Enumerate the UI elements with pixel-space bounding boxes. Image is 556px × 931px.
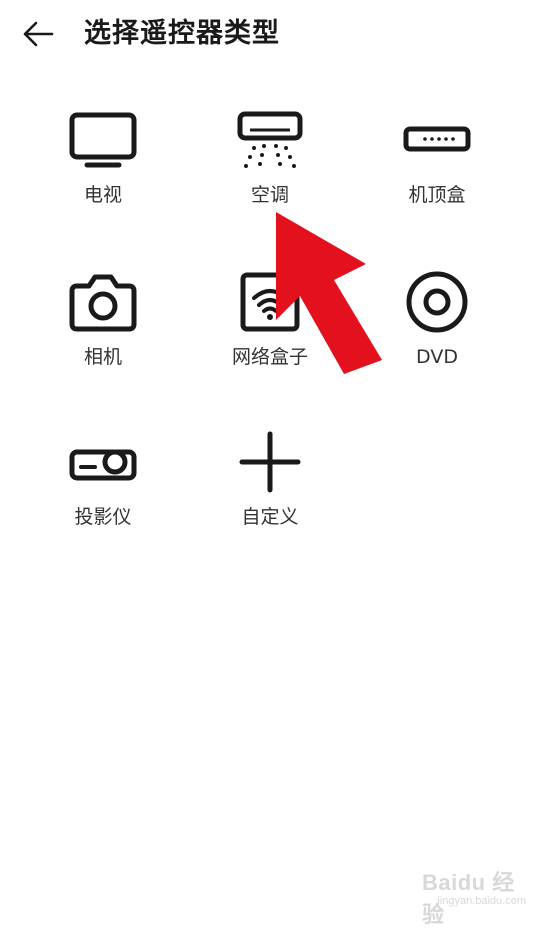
device-label: 机顶盒: [408, 184, 466, 206]
tv-icon: [63, 100, 143, 180]
device-label: 相机: [83, 346, 122, 368]
screen: 选择遥控器类型 电视 空调 机顶盒 相机 网络盒子 DVD 投影仪 自定义 Ba…: [0, 0, 556, 931]
watermark: Baidu 经验 jingyan.baidu.com: [422, 865, 532, 927]
device-tile-tv[interactable]: 电视: [28, 100, 178, 230]
device-tile-dvd[interactable]: DVD: [362, 262, 512, 392]
device-label: 自定义: [241, 506, 299, 528]
air-conditioner-icon: [230, 100, 310, 180]
device-label: 网络盒子: [231, 346, 308, 368]
watermark-url: jingyan.baidu.com: [437, 895, 526, 907]
set-top-box-icon: [397, 100, 477, 180]
device-tile-projector[interactable]: 投影仪: [28, 422, 178, 552]
device-label: 空调: [250, 184, 289, 206]
device-tile-set-top-box[interactable]: 机顶盒: [362, 100, 512, 230]
device-grid: 电视 空调 机顶盒 相机 网络盒子 DVD 投影仪 自定义: [0, 0, 556, 600]
device-tile-custom[interactable]: 自定义: [195, 422, 345, 552]
device-label: DVD: [416, 346, 458, 368]
device-tile-camera[interactable]: 相机: [28, 262, 178, 392]
device-tile-air-conditioner[interactable]: 空调: [195, 100, 345, 230]
device-tile-network-box[interactable]: 网络盒子: [195, 262, 345, 392]
camera-icon: [63, 262, 143, 342]
device-label: 投影仪: [74, 506, 132, 528]
projector-icon: [63, 422, 143, 502]
plus-icon: [230, 422, 310, 502]
network-box-icon: [230, 262, 310, 342]
dvd-icon: [397, 262, 477, 342]
device-label: 电视: [83, 184, 122, 206]
